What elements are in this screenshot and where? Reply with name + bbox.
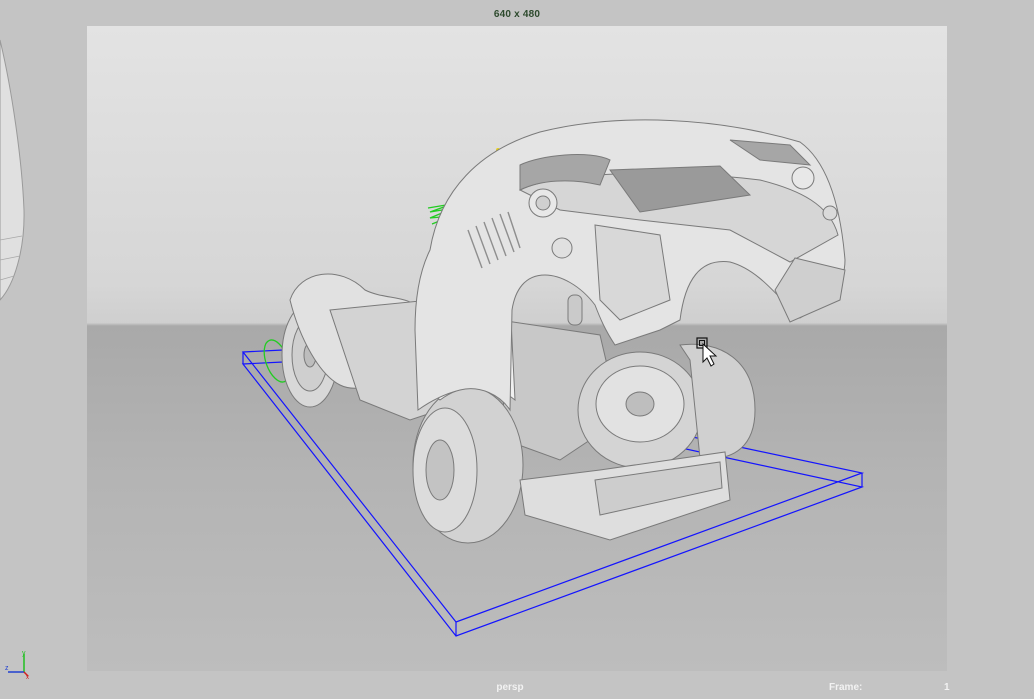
svg-text:x: x (26, 675, 29, 680)
partial-object-left (0, 39, 25, 301)
svg-text:z: z (5, 665, 9, 672)
axis-gizmo-icon: y z x (5, 650, 29, 680)
frame-value: 1 (944, 682, 950, 693)
scene-render[interactable] (0, 0, 1034, 699)
viewport-panel[interactable]: 640 x 480 y z x persp Frame: 1 (0, 0, 1034, 699)
camera-name-label: persp (496, 682, 524, 693)
svg-text:y: y (22, 650, 26, 657)
frame-label: Frame: (829, 682, 863, 693)
car-model (281, 119, 846, 544)
